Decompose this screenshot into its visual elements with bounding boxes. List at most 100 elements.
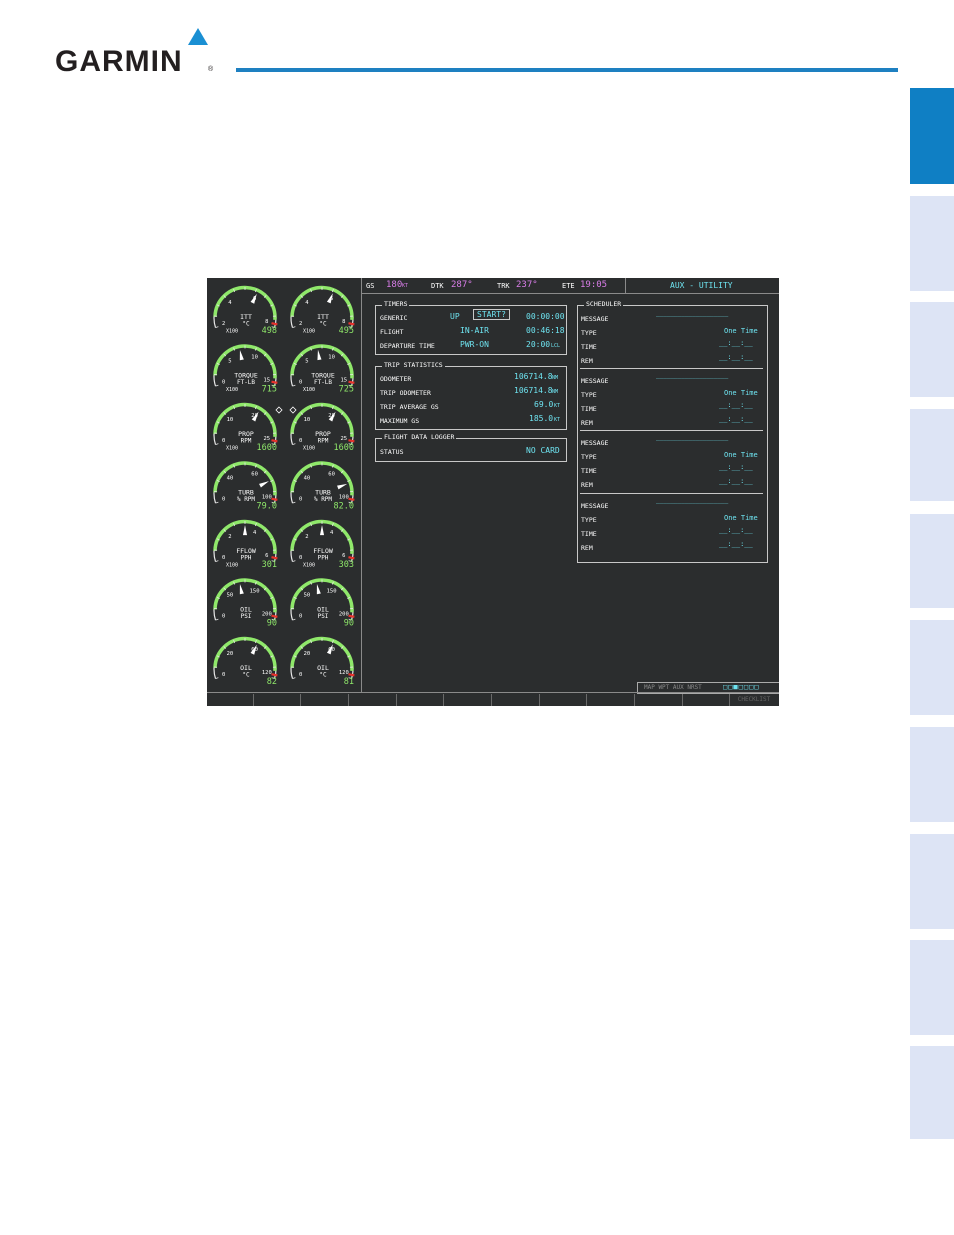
scheduler-type-label: TYPE xyxy=(581,516,597,524)
gauge-tick-label: 40 xyxy=(304,476,311,482)
section-tab-4[interactable] xyxy=(910,409,954,501)
gauge-unit-label: RPM xyxy=(241,438,252,445)
gauge-tick-label: 4 xyxy=(330,530,334,536)
gauge-pointer xyxy=(242,525,248,536)
odometer-value: 106714.8 xyxy=(514,372,553,381)
scheduler-type-value[interactable]: One Time xyxy=(724,389,758,397)
section-tab-3[interactable] xyxy=(910,302,954,397)
gauge-tick-label: 100 xyxy=(339,494,349,500)
gauge-pointer xyxy=(316,583,321,595)
section-tab-5[interactable] xyxy=(910,514,954,608)
softkey-1[interactable] xyxy=(207,694,254,706)
scheduler-message-value[interactable]: ____________________ xyxy=(656,310,728,317)
scheduler-message-value[interactable]: ____________________ xyxy=(656,434,728,441)
engine-gauge: 051015TORQUEFT-LBX100 725 xyxy=(290,344,355,395)
softkey-8[interactable] xyxy=(540,694,587,706)
softkey-11[interactable] xyxy=(683,694,730,706)
gauge-tick-label: 0 xyxy=(299,380,302,386)
scheduler-type-value[interactable]: One Time xyxy=(724,451,758,459)
softkey-6[interactable] xyxy=(445,694,492,706)
checklist-softkey[interactable]: CHECKLIST xyxy=(731,694,777,706)
gauge-multiplier-label: X100 xyxy=(303,329,315,335)
scheduler-message-value[interactable]: ____________________ xyxy=(656,372,728,379)
scheduler-message-label: MESSAGE xyxy=(581,502,609,510)
scheduler-time-value[interactable]: __:__:__ xyxy=(719,401,753,409)
trip-average-gs-unit: KT xyxy=(554,403,561,409)
engine-gauge: 2468ITT°CX100498 xyxy=(213,285,278,336)
gauge-tick-label: 5 xyxy=(228,359,231,365)
section-tab-8[interactable] xyxy=(910,834,954,929)
gauge-unit-label: °C xyxy=(319,672,327,679)
gauge-tick xyxy=(292,560,296,562)
gs-unit: KT xyxy=(402,283,409,289)
gauge-tick-label: 120 xyxy=(262,670,272,676)
gauge-unit-label: % RPM xyxy=(314,496,332,503)
maximum-gs-label: MAXIMUM GS xyxy=(380,417,420,425)
softkey-7[interactable] xyxy=(493,694,540,706)
scheduler-time-value[interactable]: __:__:__ xyxy=(719,526,753,534)
softkey-5[interactable] xyxy=(397,694,444,706)
gauge-redline xyxy=(271,497,278,501)
flight-timer-mode[interactable]: IN-AIR xyxy=(460,326,489,335)
section-tab-7[interactable] xyxy=(910,727,954,822)
gauge-tick-label: 2 xyxy=(305,534,308,540)
softkey-2[interactable] xyxy=(254,694,301,706)
gauge-tick xyxy=(215,443,219,445)
start-timer-button[interactable]: START? xyxy=(473,309,510,320)
section-tab-9[interactable] xyxy=(910,940,954,1035)
section-tab-2[interactable] xyxy=(910,196,954,291)
trk-value: 237° xyxy=(516,280,538,290)
softkey-4[interactable] xyxy=(350,694,397,706)
engine-gauge: 0246FFLOWPPHX100 303 xyxy=(290,519,355,570)
section-tab-1[interactable] xyxy=(910,88,954,184)
gauge-tick-label: 50 xyxy=(304,593,311,599)
gauge-readout: 498 xyxy=(262,326,277,336)
gauge-redline xyxy=(271,380,278,384)
gauge-tick-label: 0 xyxy=(222,438,225,444)
generic-timer-value[interactable]: 00:00:00 xyxy=(526,312,565,321)
scheduler-message-value[interactable]: ____________________ xyxy=(656,497,728,504)
softkey-10[interactable] xyxy=(636,694,683,706)
section-tab-10[interactable] xyxy=(910,1046,954,1139)
gauge-readout: 81 xyxy=(344,677,354,687)
gauge-readout: 715 xyxy=(262,385,277,395)
departure-time-mode[interactable]: PWR-ON xyxy=(460,340,489,349)
prop-sync-diamond-icon xyxy=(289,406,297,414)
scheduler-message-label: MESSAGE xyxy=(581,439,609,447)
gauge-tick xyxy=(292,326,296,328)
gauge-tick xyxy=(292,443,296,445)
scheduler-type-value[interactable]: One Time xyxy=(724,327,758,335)
scheduler-rem-value: __:__:__ xyxy=(719,540,753,548)
gauge-multiplier-label: X100 xyxy=(303,563,315,569)
section-tab-6[interactable] xyxy=(910,620,954,715)
gauge-tick xyxy=(215,560,219,562)
gauge-tick-label: 6 xyxy=(265,553,268,559)
gauge-unit-label: RPM xyxy=(318,438,329,445)
gauge-readout: 82.0 xyxy=(334,502,354,512)
departure-time-label: DEPARTURE TIME xyxy=(380,342,435,350)
gauge-multiplier-label: X100 xyxy=(226,563,238,569)
generic-timer-mode[interactable]: UP xyxy=(450,312,460,321)
gauge-tick-label: 20 xyxy=(304,651,311,657)
gauge-unit-label: °C xyxy=(242,672,250,679)
gauge-pointer xyxy=(259,481,269,488)
gauge-tick-label: 10 xyxy=(328,355,335,361)
trk-label: TRK xyxy=(497,282,510,290)
gauge-unit-label: PPH xyxy=(318,555,329,562)
gauge-unit-label: FT-LB xyxy=(237,379,255,386)
scheduler-time-value[interactable]: __:__:__ xyxy=(719,463,753,471)
logo-triangle-icon xyxy=(188,28,208,45)
softkey-3[interactable] xyxy=(302,694,349,706)
scheduler-type-value[interactable]: One Time xyxy=(724,514,758,522)
gauge-pointer xyxy=(239,583,244,595)
gauge-redline xyxy=(348,497,355,501)
scheduler-time-value[interactable]: __:__:__ xyxy=(719,339,753,347)
gauge-readout: 301 xyxy=(262,560,277,570)
gauge-tick-label: 4 xyxy=(228,300,232,306)
gauge-unit-label: PSI xyxy=(318,613,329,620)
gauge-unit-label: PSI xyxy=(241,613,252,620)
flight-data-logger-box: FLIGHT DATA LOGGER STATUS NO CARD xyxy=(375,433,567,462)
gauge-redline xyxy=(271,614,278,618)
gauge-tick-label: 15 xyxy=(263,377,270,383)
softkey-9[interactable] xyxy=(588,694,635,706)
